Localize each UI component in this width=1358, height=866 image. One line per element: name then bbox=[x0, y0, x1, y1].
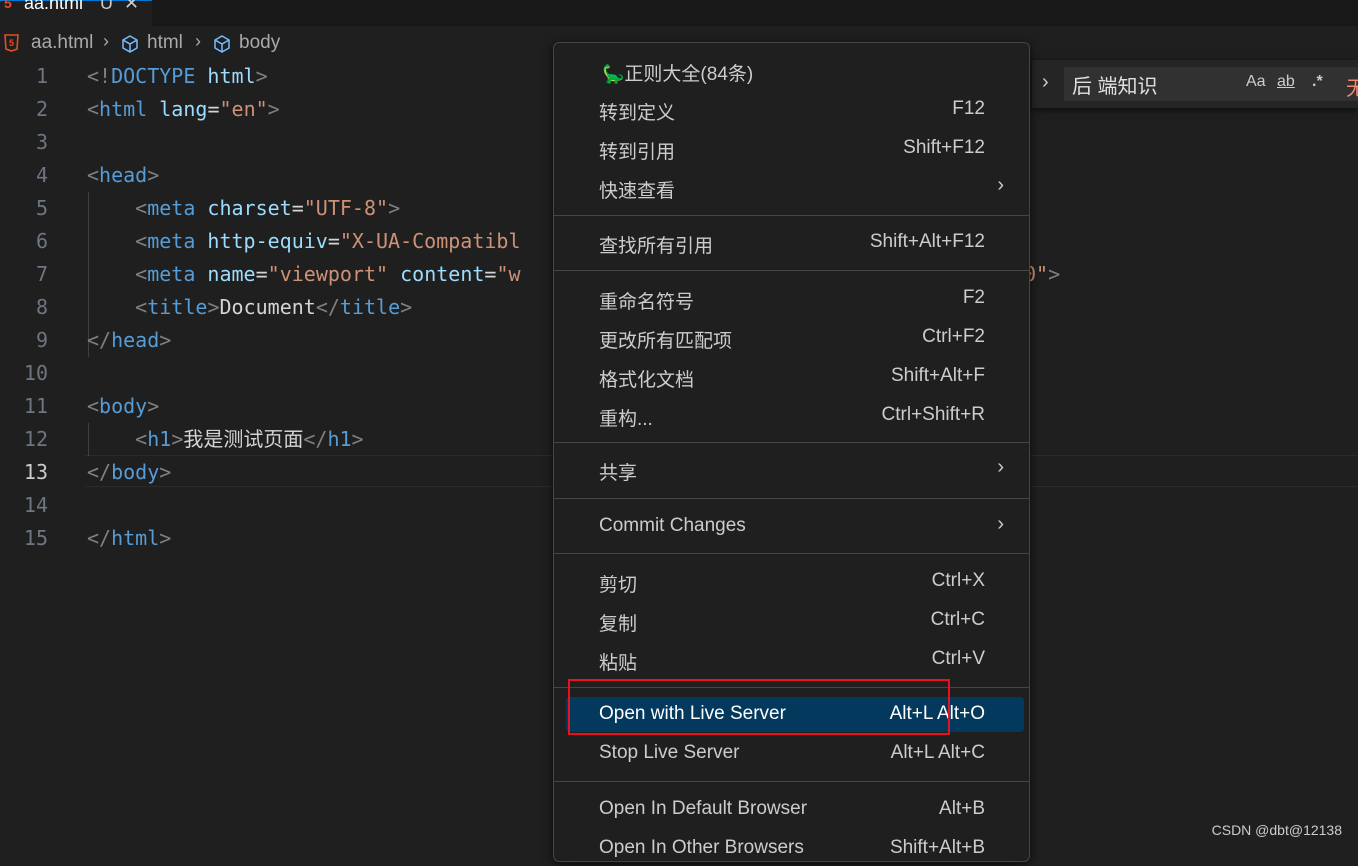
line-number: 3 bbox=[35, 130, 48, 154]
menu-item-paste[interactable]: 粘贴 Ctrl+V bbox=[566, 642, 1024, 677]
regex-extension-icon: 🦕 bbox=[602, 64, 625, 84]
line-number: 1 bbox=[35, 64, 48, 88]
context-menu: 🦕正则大全(84条) 转到定义 F12 转到引用 Shift+F12 快速查看 › 查… bbox=[553, 42, 1030, 862]
line-number: 8 bbox=[35, 295, 48, 319]
chevron-right-icon: › bbox=[103, 31, 109, 51]
breadcrumb-item-html[interactable]: html bbox=[147, 32, 183, 54]
breadcrumb-item-body[interactable]: body bbox=[239, 32, 280, 54]
svg-text:5: 5 bbox=[9, 38, 14, 48]
tab-label: aa.html bbox=[24, 0, 84, 13]
tab-untracked-badge: U bbox=[100, 0, 113, 13]
chevron-right-icon: › bbox=[195, 31, 201, 51]
menu-item-go-to-references[interactable]: 转到引用 Shift+F12 bbox=[566, 131, 1024, 166]
menu-separator bbox=[554, 215, 1029, 216]
menu-item-cut[interactable]: 剪切 Ctrl+X bbox=[566, 564, 1024, 599]
line-number: 7 bbox=[35, 262, 48, 286]
menu-item-commit-changes[interactable]: Commit Changes › bbox=[566, 509, 1024, 544]
line-number: 15 bbox=[23, 526, 48, 550]
chevron-right-icon: › bbox=[997, 456, 1004, 478]
menu-separator bbox=[554, 498, 1029, 499]
regex-toggle[interactable]: .* bbox=[1312, 73, 1323, 91]
symbol-element-icon bbox=[122, 35, 138, 53]
menu-separator bbox=[554, 553, 1029, 554]
menu-item-format-document[interactable]: 格式化文档 Shift+Alt+F bbox=[566, 359, 1024, 394]
menu-separator bbox=[554, 442, 1029, 443]
menu-item-refactor[interactable]: 重构... Ctrl+Shift+R bbox=[566, 398, 1024, 433]
line-number: 10 bbox=[23, 361, 48, 385]
breadcrumb-file[interactable]: aa.html bbox=[31, 32, 93, 54]
menu-item-copy[interactable]: 复制 Ctrl+C bbox=[566, 603, 1024, 638]
no-results-label: 无 bbox=[1346, 76, 1358, 100]
menu-item-open-in-other-browsers[interactable]: Open In Other Browsers Shift+Alt+B bbox=[566, 831, 1024, 866]
menu-item-share[interactable]: 共享 › bbox=[566, 452, 1024, 487]
line-number: 14 bbox=[23, 493, 48, 517]
line-number: 9 bbox=[35, 328, 48, 352]
line-number: 2 bbox=[35, 97, 48, 121]
match-case-toggle[interactable]: Aa bbox=[1246, 73, 1266, 91]
line-number: 12 bbox=[23, 427, 48, 451]
line-number: 4 bbox=[35, 163, 48, 187]
editor-tab-aa-html[interactable]: 5 aa.html U ✕ bbox=[0, 0, 152, 26]
whole-word-toggle[interactable]: ab bbox=[1277, 73, 1295, 91]
menu-separator bbox=[554, 781, 1029, 782]
symbol-element-icon bbox=[214, 35, 230, 53]
line-number: 6 bbox=[35, 229, 48, 253]
tab-bar: 5 aa.html U ✕ bbox=[0, 0, 1358, 26]
menu-item-peek[interactable]: 快速查看 › bbox=[566, 170, 1024, 205]
chevron-right-icon[interactable]: › bbox=[1042, 71, 1049, 94]
watermark: CSDN @dbt@12138 bbox=[1211, 822, 1342, 838]
menu-item-regex-collection[interactable]: 🦕正则大全(84条) bbox=[566, 53, 1024, 88]
html5-icon: 5 bbox=[4, 34, 19, 52]
menu-item-find-all-references[interactable]: 查找所有引用 Shift+Alt+F12 bbox=[566, 225, 1024, 260]
menu-separator bbox=[554, 270, 1029, 271]
html5-icon: 5 bbox=[4, 0, 12, 11]
find-widget: › Aa ab .* bbox=[1032, 60, 1358, 108]
menu-item-stop-live-server[interactable]: Stop Live Server Alt+L Alt+C bbox=[566, 736, 1024, 771]
menu-item-open-in-default-browser[interactable]: Open In Default Browser Alt+B bbox=[566, 792, 1024, 827]
chevron-right-icon: › bbox=[997, 174, 1004, 196]
menu-item-go-to-definition[interactable]: 转到定义 F12 bbox=[566, 92, 1024, 127]
menu-item-change-all-occurrences[interactable]: 更改所有匹配项 Ctrl+F2 bbox=[566, 320, 1024, 355]
chevron-right-icon: › bbox=[997, 513, 1004, 535]
line-number: 11 bbox=[23, 394, 48, 418]
annotation-highlight-box bbox=[568, 679, 950, 735]
line-number: 13 bbox=[23, 460, 48, 484]
menu-item-rename-symbol[interactable]: 重命名符号 F2 bbox=[566, 281, 1024, 316]
line-number: 5 bbox=[35, 196, 48, 220]
close-icon[interactable]: ✕ bbox=[124, 0, 139, 14]
